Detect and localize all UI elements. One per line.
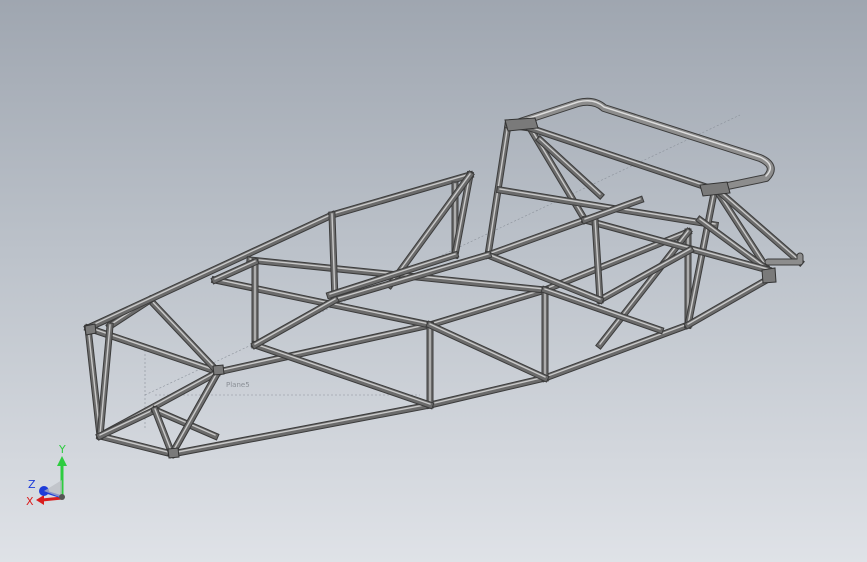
z-axis-label: Z bbox=[28, 478, 36, 491]
tube-segment[interactable] bbox=[250, 340, 435, 410]
tube-segment[interactable] bbox=[213, 320, 435, 377]
tube-frame[interactable] bbox=[83, 121, 805, 459]
x-arrow-icon bbox=[36, 495, 44, 505]
tube-segment[interactable] bbox=[425, 320, 550, 383]
plane-label: Plane5 bbox=[226, 381, 250, 389]
tube-segment[interactable] bbox=[683, 273, 775, 330]
tube-segment[interactable] bbox=[95, 405, 160, 441]
tube-segment[interactable] bbox=[425, 373, 550, 410]
y-arrow-icon bbox=[57, 456, 67, 466]
tube-segment[interactable] bbox=[425, 285, 550, 330]
y-axis-label: Y bbox=[58, 443, 66, 456]
tube-segment[interactable] bbox=[540, 320, 693, 383]
tube-segment[interactable] bbox=[96, 322, 114, 440]
tube-segment[interactable] bbox=[483, 215, 590, 260]
tube-segment[interactable] bbox=[591, 216, 604, 304]
x-axis-label: X bbox=[26, 495, 34, 508]
tube-segment[interactable] bbox=[495, 185, 720, 230]
tube-segment[interactable] bbox=[167, 400, 435, 459]
tube-segment[interactable] bbox=[328, 211, 339, 304]
tube-segment[interactable] bbox=[83, 210, 337, 333]
3d-viewport[interactable]: Plane5 bbox=[0, 0, 867, 562]
triad-origin-icon bbox=[59, 494, 65, 500]
tube-segment[interactable] bbox=[210, 275, 435, 330]
frame-model[interactable]: Plane5 bbox=[0, 0, 867, 562]
tube-segment[interactable] bbox=[95, 431, 177, 459]
tube-segment[interactable] bbox=[250, 295, 340, 350]
x-axis-icon bbox=[41, 496, 63, 502]
tube-segment[interactable] bbox=[325, 250, 460, 300]
coordinate-triad: Y X Z bbox=[24, 440, 84, 520]
